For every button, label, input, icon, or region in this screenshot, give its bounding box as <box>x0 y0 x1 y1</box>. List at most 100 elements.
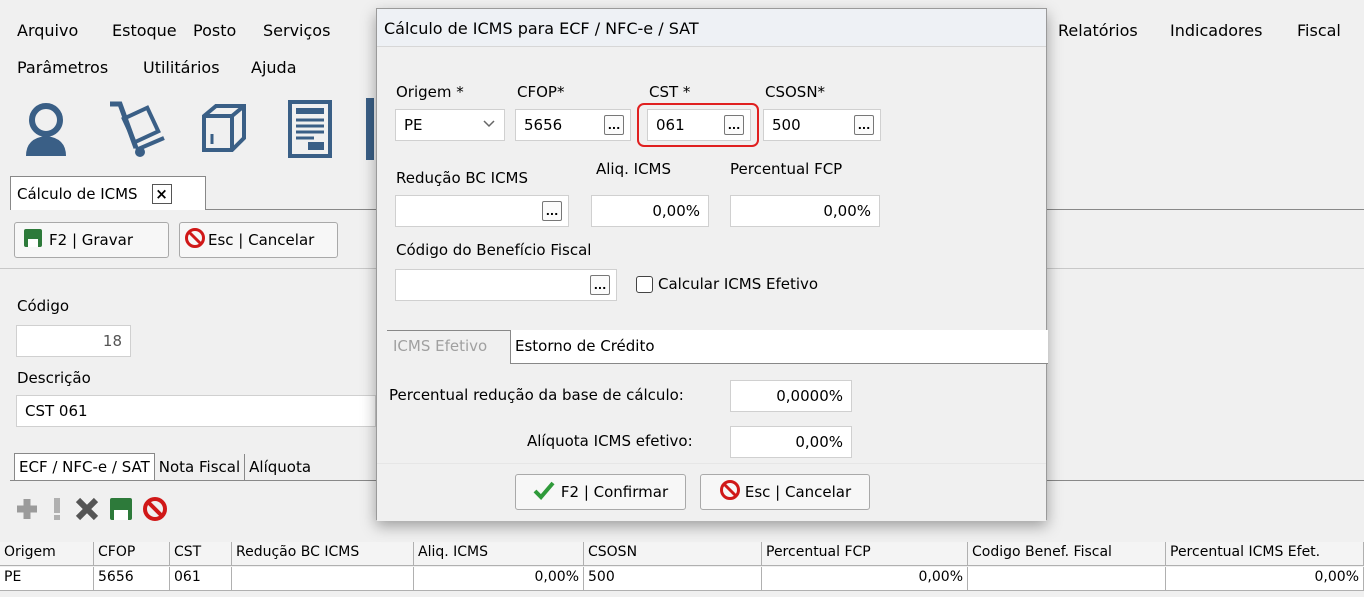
dialog-titlebar[interactable]: Cálculo de ICMS para ECF / NFC-e / SAT <box>377 9 1046 47</box>
confirm-button-label: F2 | Confirmar <box>560 483 669 501</box>
user-icon[interactable] <box>20 98 72 160</box>
csosn-lookup-button[interactable]: ... <box>854 115 874 135</box>
menu-parametros[interactable]: Parâmetros <box>17 58 108 77</box>
box-icon[interactable] <box>196 98 248 160</box>
aliq-label: Aliq. ICMS <box>596 160 672 178</box>
beneficio-label: Código do Benefício Fiscal <box>396 241 592 259</box>
aliquota-efetivo-value: 0,00% <box>795 433 843 451</box>
check-icon <box>533 480 555 504</box>
reducao-field[interactable]: ... <box>395 195 569 227</box>
calcular-icms-checkbox[interactable]: Calcular ICMS Efetivo <box>636 275 818 293</box>
aliquota-efetivo-label: Alíquota ICMS efetivo: <box>527 432 693 450</box>
menu-posto[interactable]: Posto <box>193 21 236 40</box>
grid-header-cst[interactable]: CST <box>170 542 232 566</box>
csosn-field[interactable]: 500 ... <box>763 109 881 141</box>
menu-estoque[interactable]: Estoque <box>112 21 177 40</box>
aliq-field[interactable]: 0,00% <box>591 195 709 227</box>
tab-icms-efetivo[interactable]: ICMS Efetivo <box>387 330 511 364</box>
grid-header-origem[interactable]: Origem <box>0 542 94 566</box>
save-button[interactable]: F2 | Gravar <box>14 222 169 258</box>
reducao-lookup-button[interactable]: ... <box>542 201 562 221</box>
grid-cell-cfop[interactable]: 5656 <box>94 567 170 591</box>
grid-header-cfop[interactable]: CFOP <box>94 542 170 566</box>
menu-fiscal[interactable]: Fiscal <box>1297 21 1341 40</box>
dialog-cancel-button-label: Esc | Cancelar <box>744 483 852 501</box>
menu-utilitarios[interactable]: Utilitários <box>143 58 220 77</box>
tab-estorno-credito[interactable]: Estorno de Crédito <box>515 337 655 355</box>
origem-label: Origem * <box>396 83 464 101</box>
codigo-value: 18 <box>102 332 122 350</box>
grid-header-reducao[interactable]: Redução BC ICMS <box>232 542 414 566</box>
dialog-body: Origem * CFOP* CST * CSOSN* PE 5656 ... … <box>377 47 1048 463</box>
exclamation-icon[interactable] <box>48 496 66 526</box>
cfop-label: CFOP* <box>517 83 565 101</box>
perc-reducao-field[interactable]: 0,0000% <box>730 380 852 412</box>
grid-header-fcp[interactable]: Percentual FCP <box>762 542 968 566</box>
descricao-field[interactable]: CST 061 <box>16 395 376 427</box>
menu-servicos[interactable]: Serviços <box>263 21 330 40</box>
grid-header-csosn[interactable]: CSOSN <box>584 542 762 566</box>
codigo-field[interactable]: 18 <box>16 325 131 357</box>
grid-header-aliq[interactable]: Aliq. ICMS <box>414 542 584 566</box>
grid-cell-reducao[interactable] <box>232 567 414 591</box>
fcp-field[interactable]: 0,00% <box>730 195 880 227</box>
menu-indicadores[interactable]: Indicadores <box>1170 21 1262 40</box>
beneficio-field[interactable]: ... <box>395 269 617 301</box>
doc-tab-calculo-icms[interactable]: Cálculo de ICMS × <box>10 176 206 210</box>
grid-cell-cst[interactable]: 061 <box>170 567 232 591</box>
cfop-value: 5656 <box>524 116 563 134</box>
cst-label: CST * <box>649 83 691 101</box>
cancel-button-label: Esc | Cancelar <box>208 231 315 249</box>
floppy-icon[interactable] <box>108 496 134 526</box>
csosn-value: 500 <box>772 116 801 134</box>
codigo-label: Código <box>17 297 70 315</box>
grid-cell-origem[interactable]: PE <box>0 567 94 591</box>
fcp-label: Percentual FCP <box>730 160 843 178</box>
checkbox-box[interactable] <box>636 275 653 293</box>
add-icon[interactable] <box>14 496 40 526</box>
doc-tab-label: Cálculo de ICMS <box>17 184 138 203</box>
cancel-icon[interactable] <box>142 496 168 526</box>
grid-cell-benef[interactable] <box>968 567 1166 591</box>
subtab-aliquota[interactable]: Alíquota <box>245 454 315 480</box>
origem-select[interactable]: PE <box>395 109 505 141</box>
grid-header-icms-efet[interactable]: Percentual ICMS Efet. <box>1166 542 1364 566</box>
menu-relatorios[interactable]: Relatórios <box>1058 21 1138 40</box>
dialog-cancel-button[interactable]: Esc | Cancelar <box>700 474 870 510</box>
grid-cell-icms-efet[interactable]: 0,00% <box>1166 567 1364 591</box>
grid-cell-aliq[interactable]: 0,00% <box>414 567 584 591</box>
calcular-icms-label: Calcular ICMS Efetivo <box>658 275 819 293</box>
grid-cell-csosn[interactable]: 500 <box>584 567 762 591</box>
cfop-lookup-button[interactable]: ... <box>604 115 624 135</box>
cancel-button[interactable]: Esc | Cancelar <box>179 222 338 258</box>
aliquota-efetivo-field[interactable]: 0,00% <box>730 426 852 458</box>
reducao-label: Redução BC ICMS <box>396 169 529 187</box>
menu-ajuda[interactable]: Ajuda <box>251 58 297 77</box>
beneficio-lookup-button[interactable]: ... <box>590 275 610 295</box>
cst-lookup-button[interactable]: ... <box>724 115 744 135</box>
dialog-tab-line-bottom <box>511 363 1048 364</box>
grid-cell-fcp[interactable]: 0,00% <box>762 567 968 591</box>
close-icon[interactable]: × <box>151 183 172 204</box>
descricao-label: Descrição <box>17 369 91 387</box>
subtab-nota-fiscal[interactable]: Nota Fiscal <box>155 453 246 480</box>
fcp-value: 0,00% <box>823 202 871 220</box>
subtab-ecf[interactable]: ECF / NFC-e / SAT <box>14 453 155 480</box>
confirm-button[interactable]: F2 | Confirmar <box>515 474 686 510</box>
menu-arquivo[interactable]: Arquivo <box>17 21 78 40</box>
aliq-value: 0,00% <box>652 202 700 220</box>
delete-icon[interactable] <box>74 496 100 526</box>
cancel-icon <box>719 479 741 505</box>
chevron-down-icon <box>482 116 496 134</box>
document-icon[interactable] <box>284 98 336 160</box>
descricao-value: CST 061 <box>25 402 88 420</box>
csosn-label: CSOSN* <box>765 83 826 101</box>
cfop-field[interactable]: 5656 ... <box>515 109 631 141</box>
grid-header-benef[interactable]: Codigo Benef. Fiscal <box>968 542 1166 566</box>
cancel-icon <box>184 227 206 253</box>
dialog-footer: F2 | Confirmar Esc | Cancelar <box>377 463 1046 521</box>
icms-dialog: Cálculo de ICMS para ECF / NFC-e / SAT O… <box>376 8 1048 521</box>
hand-truck-icon[interactable] <box>106 98 165 160</box>
cst-field[interactable]: 061 ... <box>647 109 751 141</box>
save-button-label: F2 | Gravar <box>49 231 133 249</box>
